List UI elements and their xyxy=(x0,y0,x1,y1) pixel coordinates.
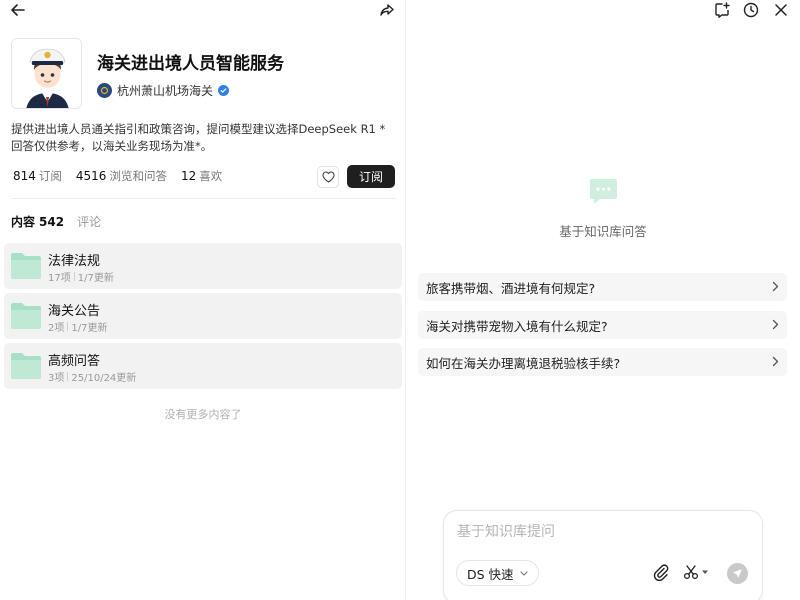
kb-avatar xyxy=(11,38,82,109)
like-button[interactable] xyxy=(317,166,339,188)
kb-description: 提供进出境人员通关指引和政策咨询，提问模型建议选择DeepSeek R1 *回答… xyxy=(11,122,386,153)
history-button[interactable] xyxy=(742,1,760,19)
tab-content[interactable]: 内容 542 xyxy=(11,213,64,230)
paperclip-icon xyxy=(653,564,669,582)
tools-button[interactable] xyxy=(683,564,709,580)
folder-item[interactable]: 高频问答 3项 25/10/24更新 xyxy=(4,343,402,389)
stat-likes: 12 喜欢 xyxy=(180,169,223,183)
chevron-right-icon xyxy=(772,356,779,367)
close-button[interactable] xyxy=(772,1,790,19)
divider xyxy=(11,198,396,199)
kb-owner[interactable]: 杭州萧山机场海关 xyxy=(97,82,230,99)
stat-subscriptions: 814 订阅 xyxy=(13,169,62,183)
empty-state-text: 基于知识库问答 xyxy=(559,224,647,239)
folder-icon xyxy=(11,303,41,329)
send-button[interactable] xyxy=(727,563,748,584)
knowledge-base-panel: 海关进出境人员智能服务 杭州萧山机场海关 提供进出境人员通关指引和政策咨询，提问… xyxy=(0,0,406,600)
new-chat-icon xyxy=(715,2,730,18)
owner-name: 杭州萧山机场海关 xyxy=(117,84,214,98)
tab-comments[interactable]: 评论 xyxy=(77,213,101,230)
folder-meta: 2项 1/7更新 xyxy=(48,322,108,334)
subscribe-button[interactable]: 订阅 xyxy=(347,165,395,188)
folder-name: 海关公告 xyxy=(48,304,101,319)
stat-views: 4516 浏览和问答 xyxy=(75,169,167,183)
chat-bubble-icon xyxy=(590,179,617,204)
clock-icon xyxy=(743,2,759,18)
suggested-question[interactable]: 旅客携带烟、酒进境有何规定? xyxy=(418,273,787,301)
kb-title: 海关进出境人员智能服务 xyxy=(97,54,284,74)
attach-button[interactable] xyxy=(653,564,669,586)
share-icon xyxy=(380,4,394,16)
kb-stats: 814 订阅 4516 浏览和问答 12 喜欢 xyxy=(13,168,236,184)
close-icon xyxy=(775,4,787,16)
chevron-down-icon xyxy=(519,570,528,576)
arrow-left-icon xyxy=(11,4,25,16)
chevron-right-icon xyxy=(772,281,779,292)
verified-icon xyxy=(218,85,230,96)
suggested-question[interactable]: 如何在海关办理离境退税验核手续? xyxy=(418,348,787,376)
send-icon xyxy=(733,569,742,578)
share-button[interactable] xyxy=(378,1,396,19)
chevron-right-icon xyxy=(772,319,779,330)
no-more-text: 没有更多内容了 xyxy=(164,408,242,421)
folder-meta: 3项 25/10/24更新 xyxy=(48,372,137,384)
folder-meta: 17项 1/7更新 xyxy=(48,272,114,284)
back-button[interactable] xyxy=(9,1,27,19)
content-tabs: 内容 542 评论 xyxy=(11,213,101,230)
question-input[interactable] xyxy=(457,524,747,540)
folder-icon xyxy=(11,253,41,279)
scissors-icon xyxy=(683,565,699,580)
new-chat-button[interactable] xyxy=(713,1,731,19)
chevron-down-icon xyxy=(702,570,708,574)
heart-icon xyxy=(321,171,335,183)
suggested-question[interactable]: 海关对携带宠物入境有什么规定? xyxy=(418,311,787,339)
folder-item[interactable]: 法律法规 17项 1/7更新 xyxy=(4,243,402,289)
org-logo-icon xyxy=(97,83,112,98)
model-selector[interactable]: DS 快速 xyxy=(456,560,539,586)
folder-item[interactable]: 海关公告 2项 1/7更新 xyxy=(4,293,402,339)
folder-name: 高频问答 xyxy=(48,354,101,369)
folder-icon xyxy=(11,353,41,379)
folder-name: 法律法规 xyxy=(48,254,101,269)
chat-composer: DS 快速 xyxy=(443,510,763,600)
